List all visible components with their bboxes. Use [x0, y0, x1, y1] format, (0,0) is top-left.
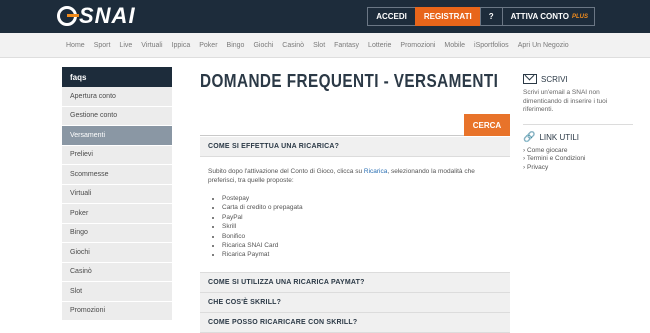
ricarica-link[interactable]: Ricarica — [364, 168, 387, 175]
payment-method-item: Bonifico — [222, 232, 502, 241]
nav-item[interactable]: Slot — [313, 42, 325, 49]
scrivi-title: SCRIVI — [541, 74, 568, 84]
scrivi-text: Scrivi un'email a SNAI non dimenticando … — [523, 89, 608, 113]
nav-item[interactable]: Fantasy — [334, 42, 359, 49]
payment-methods-list: PostepayCarta di credito o prepagataPayP… — [222, 194, 502, 260]
payment-method-item: Ricarica SNAI Card — [222, 241, 502, 250]
account-actions: ACCEDI REGISTRATI ? ATTIVA CONTO PLUS — [367, 7, 595, 26]
sidebar-item[interactable]: Prelievi — [62, 145, 172, 165]
search-button[interactable]: CERCA — [464, 114, 510, 136]
payment-method-item: PayPal — [222, 213, 502, 222]
sidebar-item[interactable]: Slot — [62, 282, 172, 302]
nav-list: Home Sport Live Virtuali Ippica Poker Bingo Gio… — [66, 33, 578, 58]
main-nav: Home Sport Live Virtuali Ippica Poker Bingo Gio… — [0, 33, 650, 58]
sidebar-list: Apertura conto Gestione conto Versamenti Pr… — [62, 87, 172, 321]
link-icon: 🔗 — [523, 131, 536, 143]
nav-item[interactable]: Virtuali — [141, 42, 162, 49]
sidebar-item[interactable]: Gestione conto — [62, 106, 172, 126]
nav-item[interactable]: Giochi — [253, 42, 273, 49]
nav-item[interactable]: iSportfolios — [474, 42, 509, 49]
top-bar: SNAI ACCEDI REGISTRATI ? ATTIVA CONTO PL… — [0, 0, 650, 33]
nav-item[interactable]: Bingo — [227, 42, 245, 49]
nav-item[interactable]: Poker — [199, 42, 217, 49]
sidebar-item[interactable]: Promozioni — [62, 301, 172, 321]
useful-links-list: Come giocareTermini e CondizioniPrivacy — [523, 147, 633, 173]
mail-icon — [523, 74, 537, 84]
scrivi-header[interactable]: SCRIVI — [523, 74, 633, 84]
snai-logo[interactable]: SNAI — [57, 4, 136, 28]
useful-link[interactable]: Privacy — [523, 164, 633, 173]
sidebar-item[interactable]: Giochi — [62, 243, 172, 263]
links-header: 🔗 LINK UTILI — [523, 131, 633, 143]
sidebar-item[interactable]: Virtuali — [62, 184, 172, 204]
nav-item[interactable]: Mobile — [444, 42, 465, 49]
sidebar-item[interactable]: Poker — [62, 204, 172, 224]
search-input[interactable] — [200, 114, 464, 136]
sidebar-item[interactable]: Casinò — [62, 262, 172, 282]
nav-item[interactable]: Casinò — [282, 42, 304, 49]
faq-list: Come si effettua una ricarica? Subito do… — [200, 137, 510, 333]
faq-answer: Subito dopo l'attivazione del Conto di G… — [200, 157, 510, 273]
payment-method-item: Skrill — [222, 222, 502, 231]
faq-question[interactable]: Come si utilizza una ricarica Paymat? — [200, 273, 510, 293]
useful-link[interactable]: Come giocare — [523, 147, 633, 156]
payment-method-item: Carta di credito o prepagata — [222, 203, 502, 212]
activate-account-button[interactable]: ATTIVA CONTO PLUS — [501, 7, 595, 26]
sidebar-item[interactable]: Scommesse — [62, 165, 172, 185]
logo-text: SNAI — [79, 3, 136, 28]
nav-item[interactable]: Home — [66, 42, 85, 49]
faq-question[interactable]: Come posso ricaricare con Skrill? — [200, 313, 510, 333]
payment-method-item: Postepay — [222, 194, 502, 203]
sidebar-item[interactable]: Apertura conto — [62, 87, 172, 107]
activate-account-label: ATTIVA CONTO — [510, 12, 569, 21]
faq-question[interactable]: Che cos'è Skrill? — [200, 293, 510, 313]
nav-item[interactable]: Lotterie — [368, 42, 391, 49]
page-title: DOMANDE FREQUENTI - VERSAMENTI — [200, 71, 499, 91]
login-button[interactable]: ACCEDI — [367, 7, 416, 26]
sidebar-item[interactable]: Versamenti — [62, 126, 172, 146]
sidebar-title: faqs — [62, 67, 172, 87]
search-bar: CERCA — [200, 114, 510, 136]
main-content: DOMANDE FREQUENTI - VERSAMENTI CERCA Com… — [200, 70, 510, 333]
plus-badge: PLUS — [571, 13, 588, 20]
register-button[interactable]: REGISTRATI — [414, 7, 481, 26]
help-button[interactable]: ? — [479, 7, 503, 26]
nav-item[interactable]: Sport — [94, 42, 111, 49]
links-title: LINK UTILI — [539, 133, 580, 142]
faq-sidebar: faqs Apertura conto Gestione conto Versame… — [62, 67, 172, 321]
logo-ring-icon — [57, 6, 79, 26]
right-column: SCRIVI Scrivi un'email a SNAI non diment… — [523, 74, 633, 172]
answer-text: Subito dopo l'attivazione del Conto di G… — [208, 167, 502, 185]
payment-method-item: Ricarica Paymat — [222, 250, 502, 259]
answer-text-before: Subito dopo l'attivazione del Conto di G… — [208, 168, 364, 175]
faq-question[interactable]: Come si effettua una ricarica? — [200, 137, 510, 157]
divider — [523, 123, 633, 125]
nav-item[interactable]: Ippica — [172, 42, 191, 49]
nav-item[interactable]: Promozioni — [400, 42, 435, 49]
sidebar-item[interactable]: Bingo — [62, 223, 172, 243]
nav-item[interactable]: Live — [119, 42, 132, 49]
useful-link[interactable]: Termini e Condizioni — [523, 155, 633, 164]
nav-item[interactable]: Apri Un Negozio — [518, 42, 569, 49]
